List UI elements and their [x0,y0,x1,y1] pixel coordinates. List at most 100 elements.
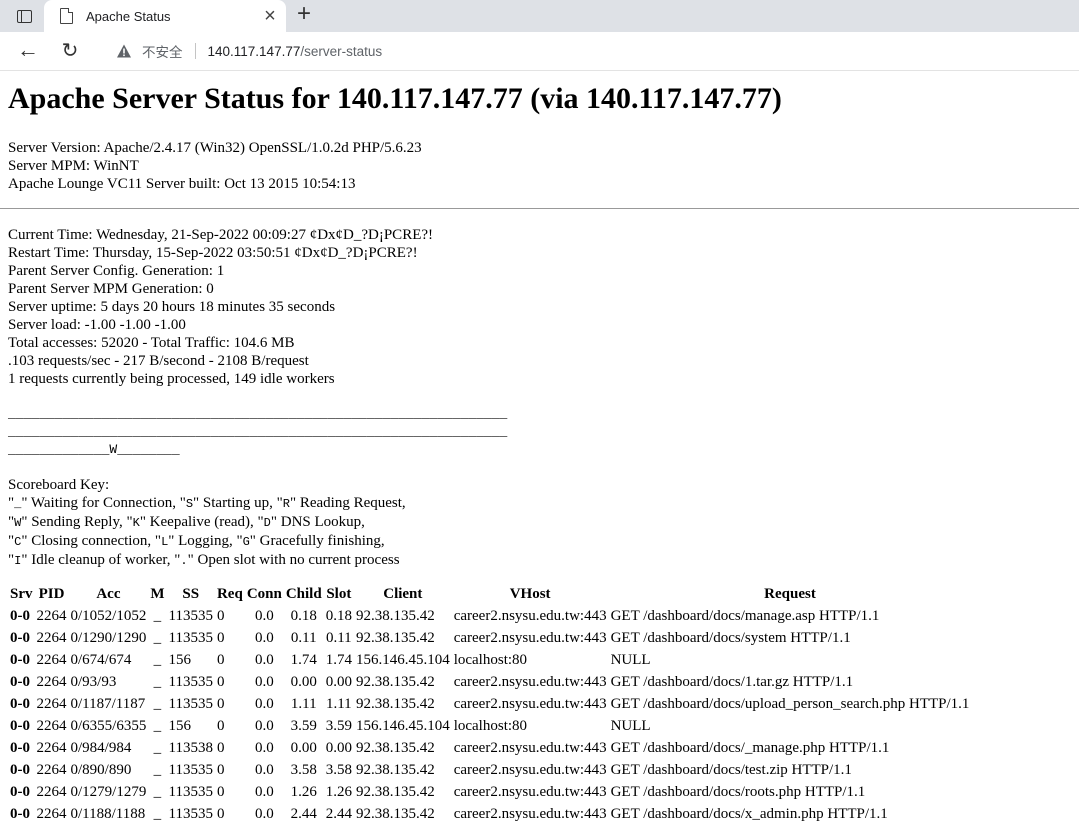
table-cell-request: NULL [610,651,651,668]
table-body: 0-0 2264 0/1052/1052 _ 113535 0 0.0 0.18 0.18 92.… [8,605,971,825]
table-cell-req: 0 [216,739,225,756]
scoreboard: ________________________________________… [8,405,1071,459]
table-cell-vhost: career2.nsysu.edu.tw:443 [453,783,607,800]
status-line: Parent Server MPM Generation: 0 [8,281,214,297]
table-cell-pid: 2264 [36,805,67,822]
table-cell-m: _ [153,739,162,756]
table-cell-request: GET /dashboard/docs/_manage.php HTTP/1.1 [610,739,890,756]
scoreboard-key: Scoreboard Key: "_" Waiting for Connecti… [8,476,1071,570]
table-cell-request: GET /dashboard/docs/test.zip HTTP/1.1 [610,761,852,778]
table-cell-pid: 2264 [36,651,67,668]
table-cell-vhost: career2.nsysu.edu.tw:443 [453,739,607,756]
table-cell-client: 92.38.135.42 [355,607,435,624]
key-text: " Keepalive (read), " [139,514,264,530]
table-cell-ss: 156 [168,717,192,734]
page-content: Apache Server Status for 140.117.147.77 … [0,82,1079,825]
key-code: D [263,516,271,530]
table-cell-pid: 2264 [36,695,67,712]
table-cell-acc: 0/1290/1290 [70,629,147,646]
table-cell-m: _ [153,607,162,624]
key-text: " Sending Reply, " [21,514,133,530]
reload-icon[interactable]: ↻ [58,39,82,63]
tab-apache-status[interactable]: Apache Status × [44,0,286,32]
status-line: Current Time: Wednesday, 21-Sep-2022 00:… [8,227,434,243]
key-text: " Starting up, " [193,495,283,511]
table-cell-client: 92.38.135.42 [355,629,435,646]
table-cell-vhost: career2.nsysu.edu.tw:443 [453,695,607,712]
table-cell-conn: 0.0 [254,717,274,734]
table-cell-client: 92.38.135.42 [355,783,435,800]
table-cell-acc: 0/890/890 [70,761,132,778]
table-cell-req: 0 [216,607,225,624]
status-line: Server uptime: 5 days 20 hours 18 minute… [8,299,336,315]
table-cell-request: GET /dashboard/docs/roots.php HTTP/1.1 [610,783,866,800]
status-line: 1 requests currently being processed, 14… [8,371,335,387]
table-cell-child: 1.11 [290,695,317,712]
table-cell-request: GET /dashboard/docs/upload_person_search… [610,695,970,712]
table-cell-m: _ [153,717,162,734]
key-code: R [282,497,290,511]
table-cell-request: GET /dashboard/docs/manage.asp HTTP/1.1 [610,607,880,624]
insecure-label[interactable]: 不安全 [142,41,183,61]
table-cell-srv: 0-0 [10,761,30,778]
status-line: .103 requests/sec - 217 B/second - 2108 … [8,353,309,369]
new-tab-icon[interactable]: + [292,2,316,27]
status-line: Total accesses: 52020 - Total Traffic: 1… [8,335,295,351]
table-cell-pid: 2264 [36,607,67,624]
scoreboard-key-line: "W" Sending Reply, "K" Keepalive (read),… [8,513,1071,532]
back-arrow-icon[interactable]: ← [16,39,40,63]
url-path[interactable]: /server-status [300,44,382,59]
tab-title: Apache Status [86,8,171,24]
status-line: Restart Time: Thursday, 15-Sep-2022 03:5… [8,245,418,261]
table-cell-ss: 113535 [168,673,213,690]
key-text: " Closing connection, " [21,533,162,549]
table-cell-client: 92.38.135.42 [355,695,435,712]
table-row: 0-0 2264 0/674/674 _ 156 0 0.0 1.74 1.74 156.146.… [8,649,971,671]
table-cell-req: 0 [216,717,225,734]
table-cell-ss: 113535 [168,607,213,624]
key-code: K [132,516,140,530]
warning-icon[interactable] [116,43,132,59]
key-text: " Waiting for Connection, " [21,495,186,511]
table-cell-req: 0 [216,783,225,800]
scoreboard-key-line: "I" Idle cleanup of worker, "." Open slo… [8,551,1071,570]
table-cell-child: 3.58 [290,761,317,778]
scoreboard-line: _____________W________ [8,442,180,457]
column-header-pid: PID [38,586,65,602]
column-header-req: Req [216,586,243,602]
key-text: " Open slot with no current process [187,552,400,568]
table-cell-child: 0.00 [290,739,317,756]
table-row: 0-0 2264 0/1279/1279 _ 113535 0 0.0 1.26 1.26 92.… [8,781,971,803]
table-cell-request: GET /dashboard/docs/x_admin.php HTTP/1.1 [610,805,888,822]
table-cell-request: GET /dashboard/docs/1.tar.gz HTTP/1.1 [610,673,854,690]
table-cell-ss: 156 [168,651,192,668]
table-cell-vhost: career2.nsysu.edu.tw:443 [453,629,607,646]
scoreboard-key-line: "_" Waiting for Connection, "S" Starting… [8,494,1071,513]
close-tab-icon[interactable]: × [260,6,280,26]
column-header-conn: Conn [246,586,282,602]
table-cell-srv: 0-0 [10,783,30,800]
status-lines: Current Time: Wednesday, 21-Sep-2022 00:… [8,226,1071,388]
key-code: G [242,535,250,549]
address-bar[interactable]: 不安全 140.117.147.77/server-status [100,35,1079,67]
table-cell-ss: 113535 [168,761,213,778]
table-row: 0-0 2264 0/6355/6355 _ 156 0 0.0 3.59 3.59 156.14… [8,715,971,737]
table-cell-req: 0 [216,761,225,778]
table-cell-client: 92.38.135.42 [355,673,435,690]
table-cell-client: 92.38.135.42 [355,761,435,778]
table-cell-conn: 0.0 [254,607,274,624]
tab-actions-icon[interactable] [12,4,36,28]
key-text: " Gracefully finishing, [249,533,385,549]
url-host[interactable]: 140.117.147.77 [208,44,301,59]
table-cell-request: NULL [610,717,651,734]
table-cell-vhost: career2.nsysu.edu.tw:443 [453,805,607,822]
server-info-line: Server MPM: WinNT [8,158,139,174]
table-cell-slot: 0.11 [325,629,352,646]
table-cell-acc: 0/1187/1187 [70,695,146,712]
table-cell-vhost: localhost:80 [453,717,528,734]
column-header-acc: Acc [96,586,121,602]
table-cell-child: 1.74 [290,651,317,668]
table-cell-m: _ [153,805,162,822]
table-cell-acc: 0/1188/1188 [70,805,146,822]
table-cell-slot: 1.11 [325,695,352,712]
